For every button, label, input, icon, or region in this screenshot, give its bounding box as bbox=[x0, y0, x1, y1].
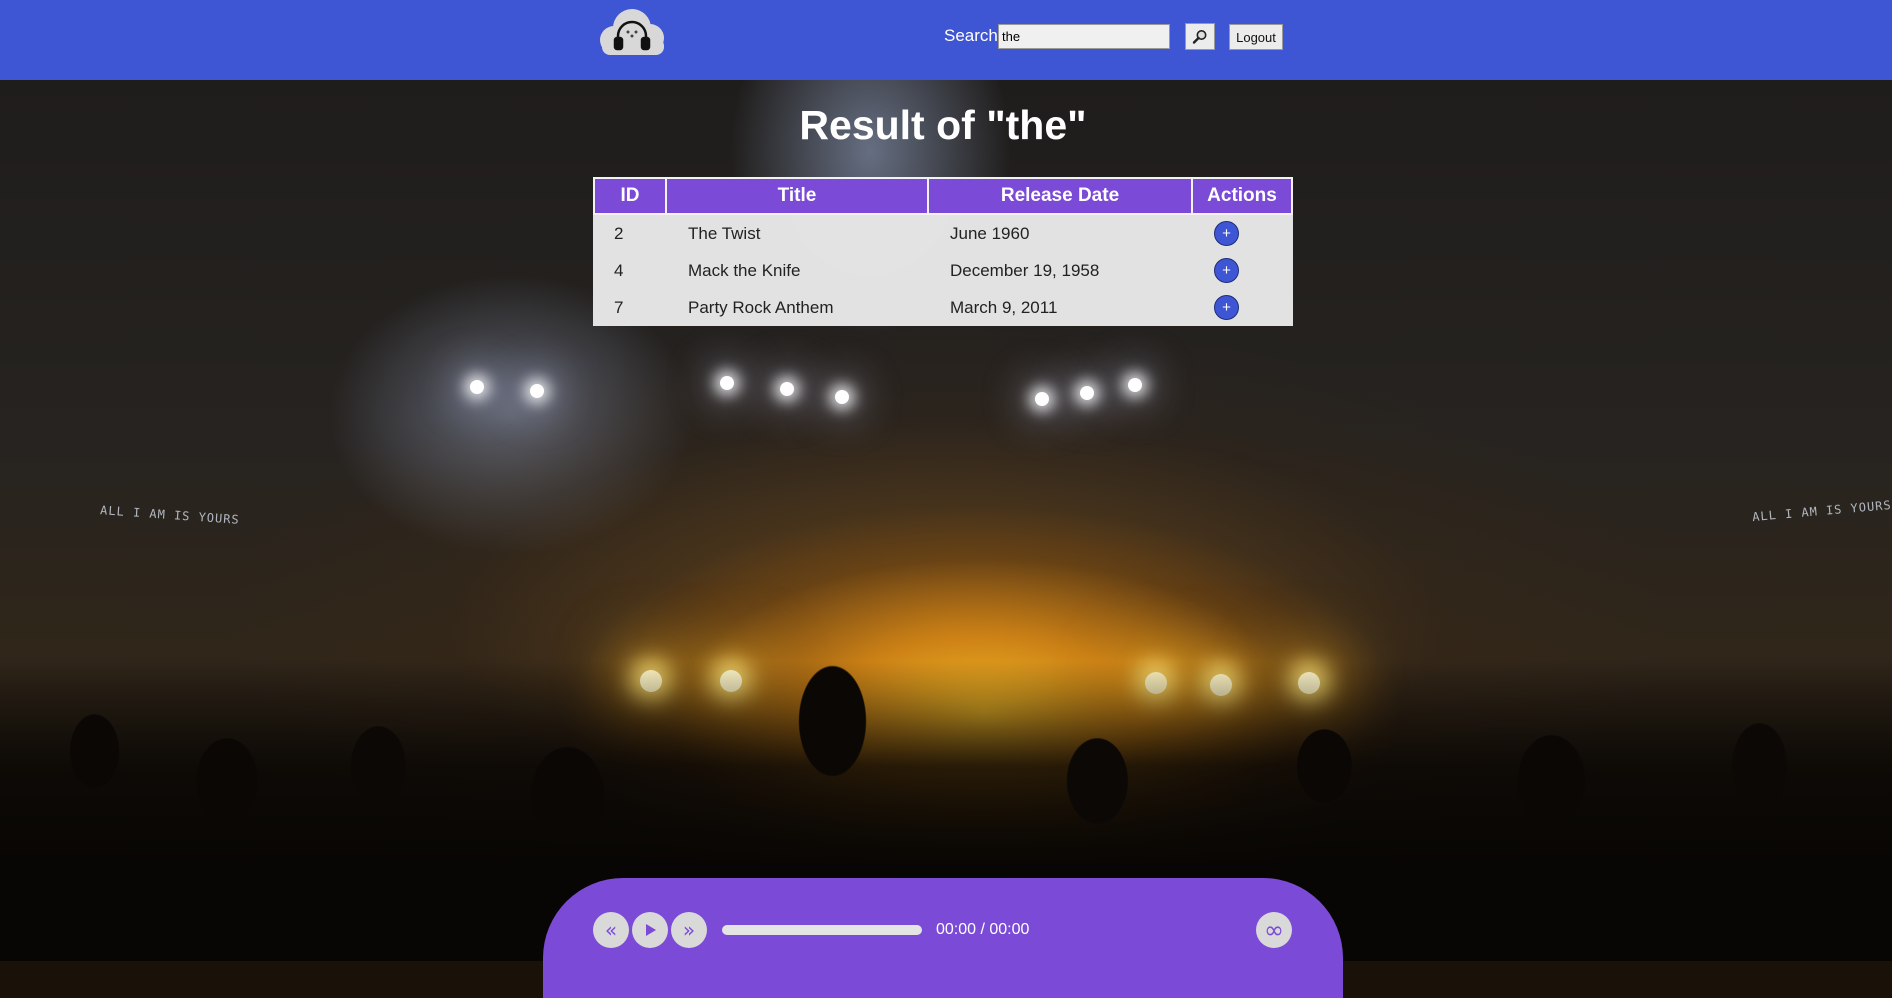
app-logo[interactable] bbox=[592, 8, 670, 56]
time-display: 00:00 / 00:00 bbox=[936, 921, 1030, 938]
cloud-icon bbox=[600, 9, 664, 55]
row-release-date: December 19, 1958 bbox=[950, 260, 1100, 280]
table-row: 4 Mack the Knife December 19, 1958 + bbox=[594, 252, 1292, 289]
previous-button[interactable]: « bbox=[593, 912, 629, 948]
search-button[interactable] bbox=[1185, 23, 1215, 50]
table-header-row: ID Title Release Date Actions bbox=[593, 177, 1293, 215]
column-header-release-date[interactable]: Release Date bbox=[927, 177, 1193, 215]
row-id: 2 bbox=[614, 223, 624, 243]
stage-light bbox=[835, 390, 849, 404]
next-button[interactable]: » bbox=[671, 912, 707, 948]
top-bar: Search Logout bbox=[0, 0, 1892, 80]
stage-light bbox=[1128, 378, 1142, 392]
screen-caption-right: ALL I AM IS YOURS bbox=[1751, 497, 1892, 525]
row-title: The Twist bbox=[688, 223, 761, 243]
play-button[interactable] bbox=[632, 912, 668, 948]
page-title: Result of "the" bbox=[799, 102, 1087, 148]
stage-light bbox=[780, 382, 794, 396]
row-release-date: March 9, 2011 bbox=[950, 297, 1058, 317]
row-id: 4 bbox=[614, 260, 624, 280]
search-label: Search bbox=[944, 26, 998, 45]
stage-light bbox=[720, 376, 734, 390]
add-to-playlist-button[interactable]: + bbox=[1214, 258, 1239, 283]
results-table: ID Title Release Date Actions 2 The Twis… bbox=[593, 177, 1293, 326]
add-to-playlist-button[interactable]: + bbox=[1214, 295, 1239, 320]
stage-light bbox=[1080, 386, 1094, 400]
table-row: 7 Party Rock Anthem March 9, 2011 + bbox=[594, 289, 1292, 326]
stage-light bbox=[470, 380, 484, 394]
stage-light bbox=[1035, 392, 1049, 406]
screen-caption-left: ALL I AM IS YOURS bbox=[99, 503, 241, 527]
add-to-playlist-button[interactable]: + bbox=[1214, 221, 1239, 246]
progress-bar[interactable] bbox=[722, 925, 922, 935]
table-row: 2 The Twist June 1960 + bbox=[594, 214, 1292, 252]
row-title: Mack the Knife bbox=[688, 260, 801, 280]
column-header-title[interactable]: Title bbox=[665, 177, 929, 215]
loop-button[interactable]: ∞ bbox=[1256, 912, 1292, 948]
audio-player: « » 00:00 / 00:00 ∞ bbox=[543, 878, 1343, 998]
logout-button[interactable]: Logout bbox=[1229, 24, 1283, 50]
row-id: 7 bbox=[614, 297, 624, 317]
play-icon bbox=[646, 924, 656, 936]
column-header-actions: Actions bbox=[1191, 177, 1293, 215]
column-header-id[interactable]: ID bbox=[593, 177, 667, 215]
row-release-date: June 1960 bbox=[950, 223, 1030, 243]
search-icon bbox=[1192, 29, 1207, 44]
stage-light bbox=[530, 384, 544, 398]
row-title: Party Rock Anthem bbox=[688, 297, 834, 317]
search-input[interactable] bbox=[998, 24, 1170, 49]
